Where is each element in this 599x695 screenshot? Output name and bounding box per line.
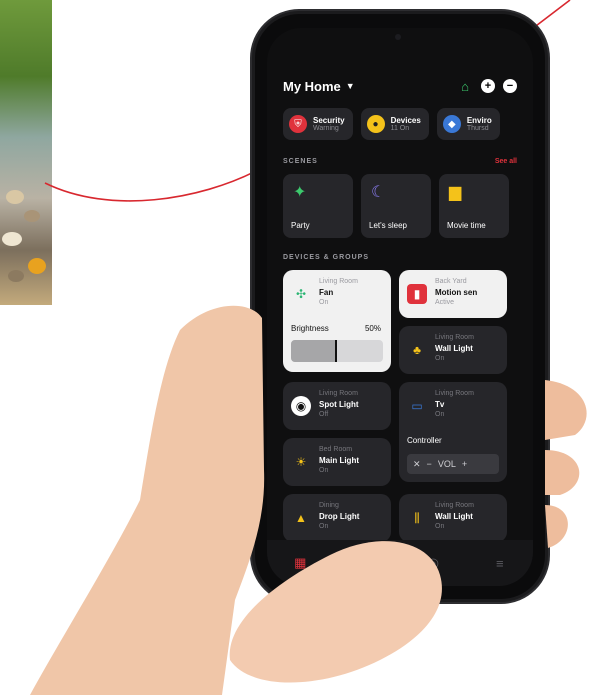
explore-tab-icon[interactable]: ◎ bbox=[425, 555, 441, 571]
automation-tab-icon[interactable]: ◆ bbox=[359, 555, 375, 571]
device-room: Living Room bbox=[435, 334, 474, 341]
volume-label: VOL bbox=[437, 459, 456, 469]
device-room: Back Yard bbox=[435, 278, 467, 285]
device-card-tv[interactable]: ▭ Living Room Tv On bbox=[399, 382, 507, 430]
chip-subtitle: Warning bbox=[313, 125, 339, 132]
device-card-spot-light[interactable]: ◉ Living Room Spot Light Off bbox=[283, 382, 391, 430]
app-header: My Home ▼ ⌂ + − bbox=[283, 76, 517, 96]
scenes-heading: SCENES bbox=[283, 158, 318, 165]
device-name: Motion sen bbox=[435, 288, 478, 297]
device-name: Drop Light bbox=[319, 512, 360, 521]
device-room: Living Room bbox=[435, 502, 474, 509]
controller-label: Controller bbox=[407, 436, 442, 445]
bottom-tab-bar: ▦ ◆ ◎ ≡ bbox=[267, 540, 533, 586]
phone-screen: My Home ▼ ⌂ + − ⛨ Security Warning ● Dev… bbox=[267, 28, 533, 586]
devices-heading: DEVICES & GROUPS bbox=[283, 254, 370, 261]
dashboard-tab-icon[interactable]: ▦ bbox=[292, 555, 308, 571]
chip-title: Devices bbox=[390, 116, 421, 125]
tv-controller-panel: Controller ✕ − VOL + bbox=[399, 430, 507, 482]
lamp-icon: ▲ bbox=[295, 511, 307, 525]
clapper-icon: ▆ bbox=[449, 184, 462, 201]
menu-tab-icon[interactable]: ≡ bbox=[492, 555, 508, 571]
chip-devices[interactable]: ● Devices 11 On bbox=[360, 108, 429, 140]
device-status: On bbox=[435, 355, 445, 362]
camera-dot bbox=[395, 34, 401, 40]
device-name: Wall Light bbox=[435, 512, 473, 521]
brightness-value: 50% bbox=[364, 324, 381, 333]
chip-subtitle: Thursd bbox=[466, 125, 489, 132]
chip-environment[interactable]: ◆ Enviro Thursd bbox=[436, 108, 500, 140]
home-hub-icon[interactable]: ⌂ bbox=[457, 79, 473, 93]
tv-icon: ▭ bbox=[411, 399, 423, 413]
shield-icon: ⛨ bbox=[289, 115, 307, 133]
device-room: Living Room bbox=[435, 390, 474, 397]
device-name: Spot Light bbox=[319, 400, 359, 409]
see-all-link[interactable]: See all bbox=[495, 158, 517, 165]
bulb-icon: ● bbox=[366, 115, 385, 133]
sun-icon: ☀ bbox=[295, 455, 307, 469]
chevron-down-icon[interactable]: ▼ bbox=[346, 81, 355, 91]
volume-down-button[interactable]: − bbox=[427, 459, 432, 469]
device-status: On bbox=[435, 411, 445, 418]
mute-icon[interactable]: ✕ bbox=[413, 459, 421, 470]
fan-icon: ✣ bbox=[295, 287, 307, 301]
device-card-wall-light-2[interactable]: ⫼ Living Room Wall Light On bbox=[399, 494, 507, 542]
spot-light-icon: ◉ bbox=[291, 396, 311, 416]
fan-brightness-panel: Brightness 50% bbox=[283, 318, 391, 372]
device-room: Living Room bbox=[319, 390, 358, 397]
scene-label: Party bbox=[291, 221, 310, 230]
volume-up-button[interactable]: + bbox=[462, 459, 467, 469]
add-icon[interactable]: + bbox=[481, 79, 495, 93]
pendant-lights-icon: ⫼ bbox=[414, 510, 420, 525]
device-status: On bbox=[319, 299, 329, 306]
chip-title: Enviro bbox=[466, 116, 492, 125]
moon-icon: ☾ bbox=[371, 184, 386, 201]
device-card-wall-light[interactable]: ♣ Living Room Wall Light On bbox=[399, 326, 507, 374]
background-photo bbox=[0, 0, 52, 305]
quick-status-chips: ⛨ Security Warning ● Devices 11 On ◆ Env… bbox=[283, 108, 500, 140]
device-room: Bed Room bbox=[319, 446, 353, 453]
header-actions: ⌂ + − bbox=[457, 79, 517, 93]
party-icon: ✦ bbox=[293, 184, 307, 201]
remove-icon[interactable]: − bbox=[503, 79, 517, 93]
home-title[interactable]: My Home bbox=[283, 79, 341, 94]
device-card-fan[interactable]: ✣ Living Room Fan On bbox=[283, 270, 391, 318]
device-room: Living Room bbox=[319, 278, 358, 285]
device-card-motion-sensor[interactable]: ▮ Back Yard Motion sen Active bbox=[399, 270, 507, 318]
device-status: On bbox=[319, 467, 329, 474]
device-card-drop-light[interactable]: ▲ Dining Drop Light On bbox=[283, 494, 391, 542]
device-name: Tv bbox=[435, 400, 445, 409]
device-status: Off bbox=[319, 411, 329, 418]
brightness-slider-fill bbox=[291, 340, 337, 362]
device-status: On bbox=[319, 523, 329, 530]
device-status: On bbox=[435, 523, 445, 530]
device-card-main-light[interactable]: ☀ Bed Room Main Light On bbox=[283, 438, 391, 486]
device-name: Main Light bbox=[319, 456, 359, 465]
chip-security[interactable]: ⛨ Security Warning bbox=[283, 108, 353, 140]
chip-subtitle: 11 On bbox=[390, 125, 410, 132]
scene-label: Let's sleep bbox=[369, 221, 407, 230]
wall-light-icon: ♣ bbox=[413, 343, 421, 357]
device-name: Wall Light bbox=[435, 344, 473, 353]
device-name: Fan bbox=[319, 288, 334, 297]
scene-label: Movie time bbox=[447, 221, 486, 230]
environment-icon: ◆ bbox=[442, 115, 461, 133]
phone-frame: My Home ▼ ⌂ + − ⛨ Security Warning ● Dev… bbox=[255, 14, 545, 599]
scenes-row: ✦ Party ☾ Let's sleep ▆ Movie time bbox=[283, 174, 509, 238]
motion-sensor-icon: ▮ bbox=[407, 284, 427, 304]
scene-movie[interactable]: ▆ Movie time bbox=[439, 174, 509, 238]
volume-control: ✕ − VOL + bbox=[407, 454, 499, 474]
device-status: Active bbox=[435, 299, 455, 306]
brightness-slider[interactable] bbox=[291, 340, 383, 362]
brightness-label: Brightness bbox=[291, 324, 329, 333]
scene-party[interactable]: ✦ Party bbox=[283, 174, 353, 238]
device-room: Dining bbox=[319, 502, 339, 509]
chip-title: Security bbox=[313, 116, 345, 125]
scene-sleep[interactable]: ☾ Let's sleep bbox=[361, 174, 431, 238]
